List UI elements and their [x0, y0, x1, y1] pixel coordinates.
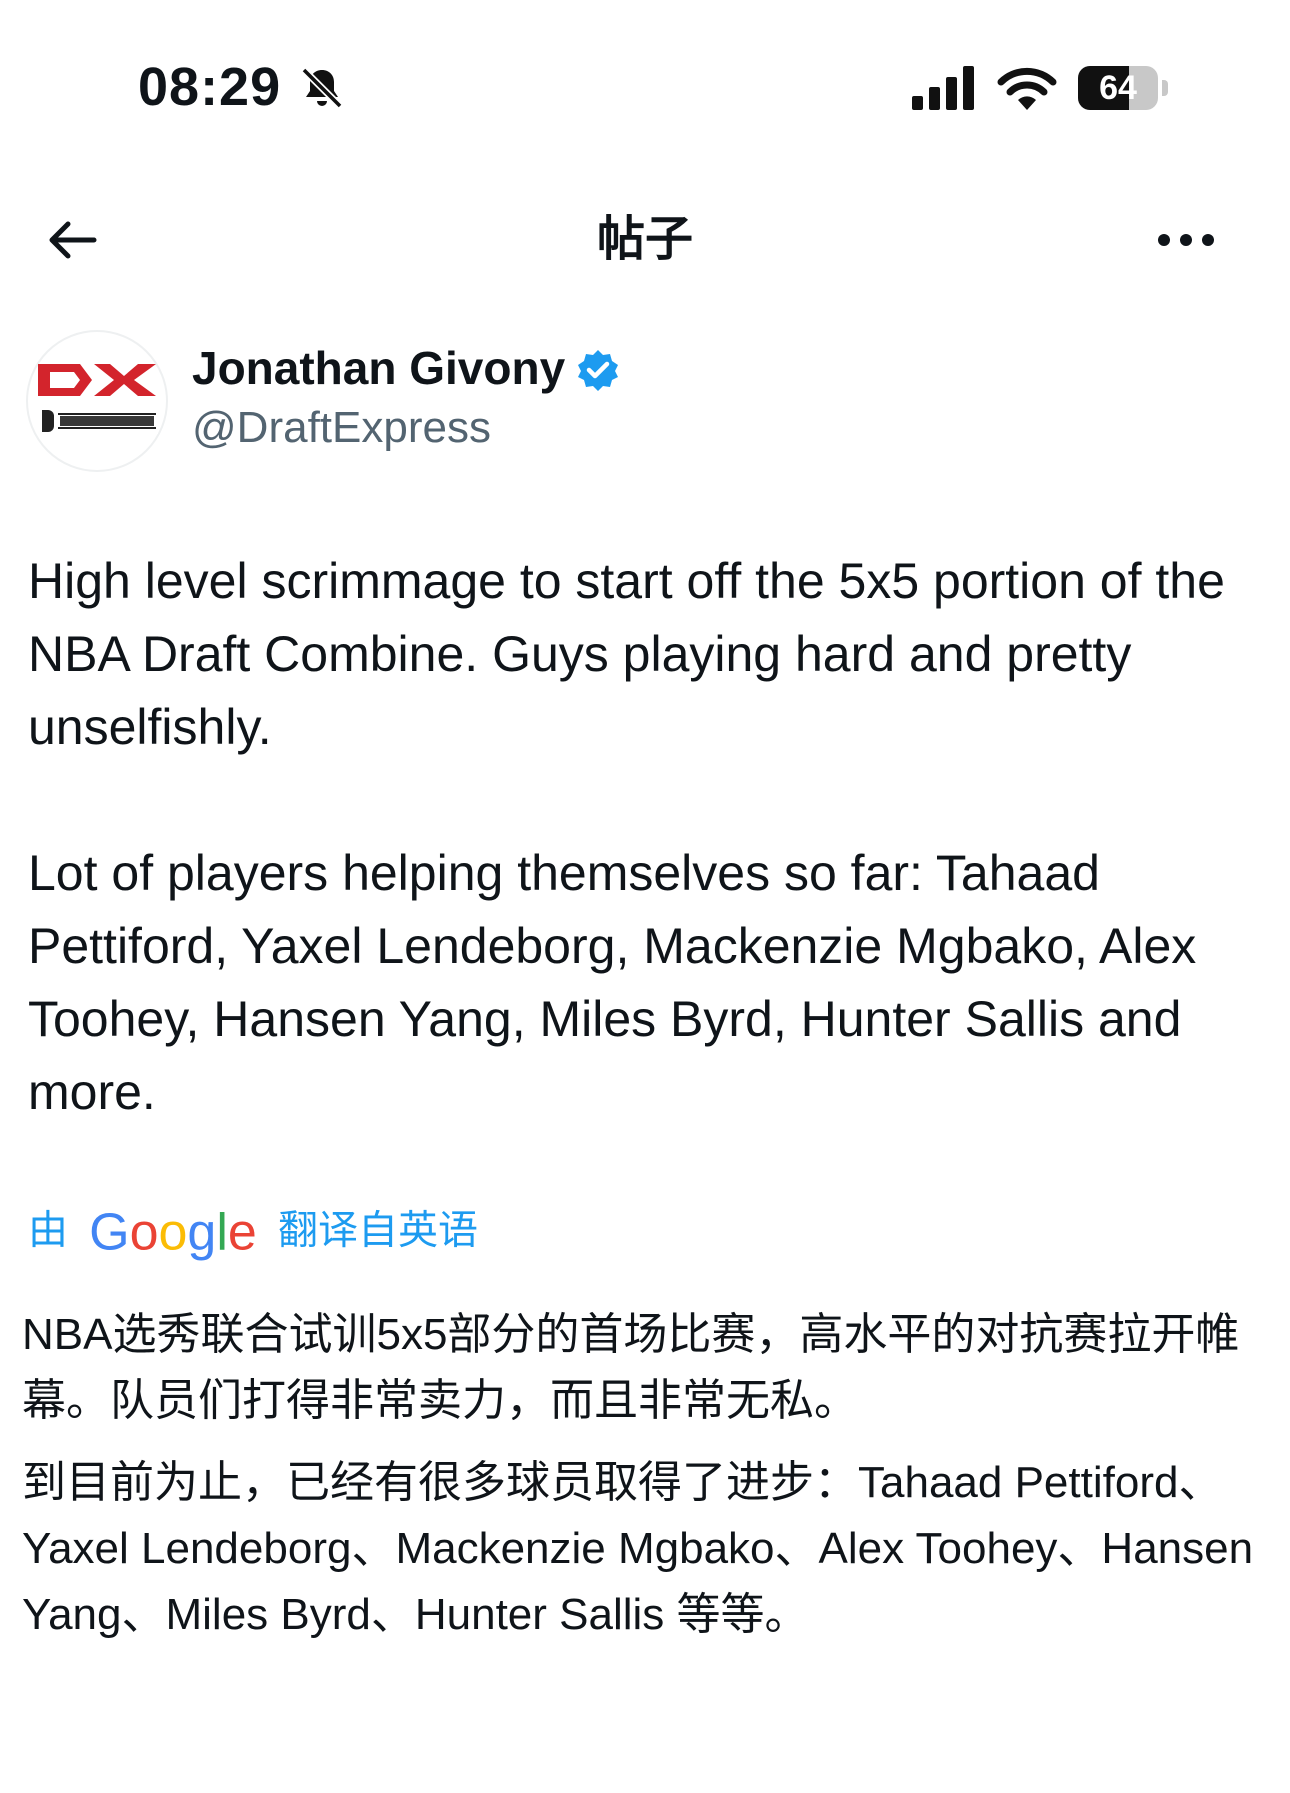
tweet-body: High level scrimmage to start off the 5x…: [28, 545, 1268, 1129]
back-arrow-icon[interactable]: [44, 216, 100, 264]
translated-paragraph: 到目前为止，已经有很多球员取得了进步：Tahaad Pettiford、Yaxe…: [22, 1458, 1254, 1639]
nav-bar: 帖子: [0, 200, 1290, 280]
translation-attribution[interactable]: 由 Google 翻译自英语: [28, 1196, 478, 1261]
battery-body: 64: [1078, 66, 1158, 110]
wifi-icon: [997, 67, 1057, 110]
battery-cap: [1162, 80, 1168, 96]
battery-icon: 64: [1078, 64, 1170, 112]
page-title: 帖子: [596, 213, 693, 266]
avatar[interactable]: [26, 330, 168, 472]
google-logo: Google: [89, 1203, 257, 1262]
status-bar: 08:29 64: [0, 52, 1290, 122]
status-time: 08:29: [138, 57, 282, 117]
translation-prefix: 由: [28, 1208, 68, 1253]
translation-suffix: 翻译自英语: [277, 1208, 478, 1253]
tweet-paragraph: Lot of players helping themselves so far…: [28, 845, 1197, 1120]
post-screen: 08:29 64 帖子 Jonathan Givony @DraftExpres…: [0, 0, 1290, 1793]
verified-badge-icon: [578, 350, 618, 391]
bell-muted-icon: [301, 67, 343, 109]
translated-paragraph: NBA选秀联合试训5x5部分的首场比赛，高水平的对抗赛拉开帷幕。队员们打得非常卖…: [22, 1310, 1240, 1425]
tweet-paragraph: High level scrimmage to start off the 5x…: [28, 553, 1225, 755]
author-name[interactable]: Jonathan Givony: [192, 338, 565, 398]
battery-level: 64: [1099, 69, 1137, 107]
translated-body: NBA选秀联合试训5x5部分的首场比赛，高水平的对抗赛拉开帷幕。队员们打得非常卖…: [22, 1302, 1272, 1648]
draftexpress-logo-icon: [38, 364, 158, 434]
more-options-icon[interactable]: [1156, 228, 1216, 252]
author-handle[interactable]: @DraftExpress: [192, 398, 491, 458]
cellular-signal-icon: [912, 66, 974, 110]
